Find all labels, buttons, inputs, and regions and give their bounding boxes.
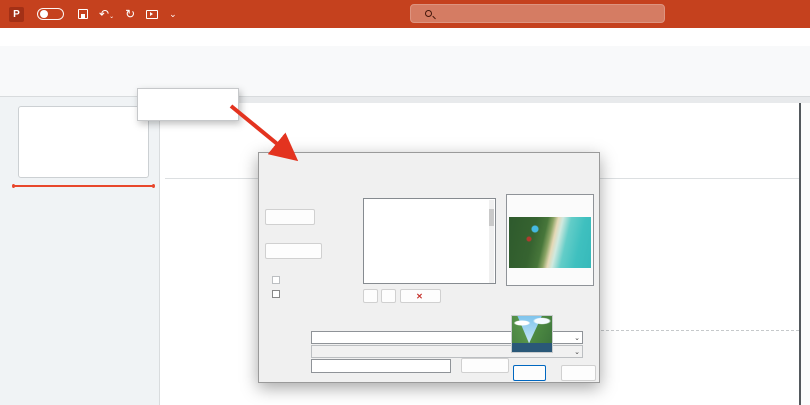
create-button[interactable] [513, 365, 546, 381]
slide-insertion-indicator [12, 184, 155, 188]
preview-pane [506, 194, 594, 286]
new-text-box-button[interactable] [265, 243, 322, 259]
search-box[interactable] [410, 4, 665, 23]
chevron-down-icon: ⌄ [574, 334, 580, 342]
quick-access-toolbar: ↶⌄ ↻ ⌄ [78, 8, 177, 20]
toggle-knob-icon [40, 10, 48, 18]
list-scrollbar[interactable] [489, 200, 494, 283]
save-icon[interactable] [78, 9, 88, 19]
redo-icon[interactable]: ↻ [125, 8, 135, 20]
undo-icon[interactable]: ↶⌄ [99, 8, 114, 20]
start-slideshow-icon[interactable] [146, 9, 159, 19]
customize-toolbar-chevron-icon[interactable]: ⌄ [169, 9, 177, 19]
black-white-checkbox[interactable] [272, 290, 284, 298]
chevron-down-icon: ⌄ [574, 348, 580, 356]
ribbon [0, 46, 810, 97]
browse-button[interactable] [461, 358, 509, 373]
move-down-button[interactable] [381, 289, 396, 303]
workspace-right-gutter [801, 103, 810, 405]
theme-input[interactable] [311, 359, 451, 373]
powerpoint-window: P ↶⌄ ↻ ⌄ ✕ ⌄ ⌄ [0, 0, 810, 405]
photo-album-dialog: ✕ ⌄ ⌄ [258, 152, 600, 383]
preview-photo [509, 217, 591, 268]
autosave-toggle[interactable] [37, 8, 64, 20]
title-bar: P ↶⌄ ↻ ⌄ [0, 0, 810, 28]
slide-thumbnail-panel [0, 97, 160, 405]
file-disk-button[interactable] [265, 209, 315, 225]
photo-album-dropdown-menu [137, 88, 239, 121]
cancel-button[interactable] [561, 365, 596, 381]
checkbox-icon [272, 290, 280, 298]
pictures-in-album-list[interactable] [363, 198, 496, 284]
slide-right-edge [799, 103, 801, 405]
title-placeholder-bottom-border [601, 330, 799, 331]
scrollbar-thumb[interactable] [489, 209, 494, 226]
powerpoint-logo-icon[interactable]: P [9, 6, 24, 22]
search-icon [425, 10, 432, 17]
remove-button[interactable]: ✕ [400, 289, 441, 303]
checkbox-icon [272, 276, 280, 284]
ribbon-tab-row [0, 28, 810, 46]
theme-preview-thumbnail [511, 315, 553, 353]
remove-x-icon: ✕ [416, 291, 423, 301]
captions-checkbox[interactable] [272, 276, 284, 284]
slide-thumbnail[interactable] [18, 106, 149, 178]
move-up-button[interactable] [363, 289, 378, 303]
